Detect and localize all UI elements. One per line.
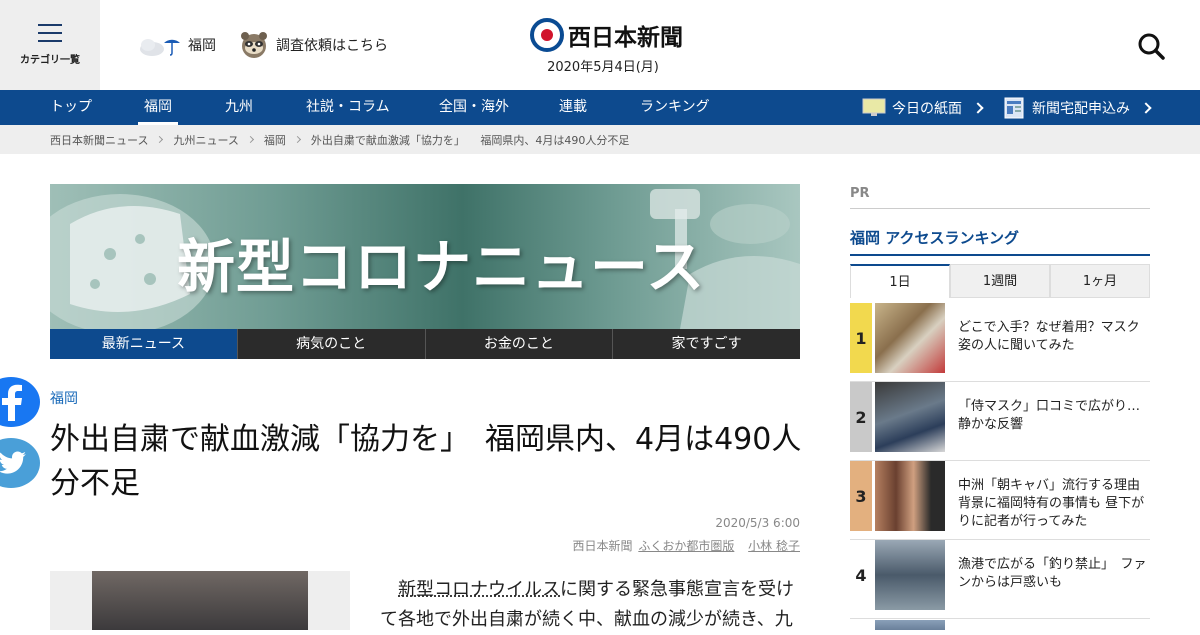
request-label: 調査依頼はこちら: [276, 38, 388, 54]
facebook-share-button[interactable]: [0, 377, 40, 427]
ranking-thumbnail: [875, 540, 945, 610]
tab-ranking-week[interactable]: 1週間: [950, 264, 1050, 298]
today-paper-link[interactable]: 今日の紙面: [862, 90, 984, 125]
ranking-thumbnail: [875, 382, 945, 452]
nav-item-kyushu[interactable]: 九州: [225, 90, 253, 125]
hamburger-icon: [38, 24, 62, 42]
nav-item-fukuoka[interactable]: 福岡: [138, 90, 178, 125]
ranking-number: 3: [850, 461, 872, 531]
category-menu-button[interactable]: カテゴリ一覧: [0, 0, 100, 90]
site-logo[interactable]: 西日本新聞: [530, 18, 683, 52]
article-source: 西日本新聞: [572, 539, 633, 553]
nav-item-editorial[interactable]: 社説・コラム: [306, 90, 390, 125]
logo-text: 西日本新聞: [568, 24, 683, 51]
divider: [850, 208, 1150, 209]
tab-latest-news[interactable]: 最新ニュース: [50, 329, 237, 359]
today-paper-label: 今日の紙面: [892, 100, 962, 117]
nav-item-top[interactable]: トップ: [50, 90, 92, 125]
current-date: 2020年5月4日(月): [547, 60, 659, 75]
ranking-thumbnail: [875, 620, 945, 630]
nav-item-ranking[interactable]: ランキング: [640, 90, 710, 125]
chevron-right-icon: [293, 135, 301, 144]
tab-ranking-day[interactable]: 1日: [850, 264, 950, 298]
ranking-title-text: どこで入手？なぜ着用？マスク姿の人に聞いてみた: [958, 320, 1140, 353]
banner-tabs: 最新ニュース 病気のこと お金のこと 家ですごす: [50, 329, 800, 359]
weather-link[interactable]: 福岡: [138, 33, 216, 57]
ranking-number: 2: [850, 382, 872, 452]
facebook-icon: [2, 384, 22, 421]
article-category[interactable]: 福岡: [50, 388, 78, 408]
menu-label: カテゴリ一覧: [20, 55, 80, 66]
raccoon-icon: [241, 32, 267, 58]
breadcrumb-current-part1: 外出自粛で献血激減「協力を」: [310, 133, 465, 147]
ranking-title-text: 漁港で広がる「釣り禁止」 ファンからは戸惑いも: [958, 557, 1147, 590]
ranking-item[interactable]: 2 「侍マスク」口コミで広がり…静かな反響: [850, 382, 1150, 461]
article-headline: 外出自粛で献血激減「協力を」 福岡県内、4月は490人分不足: [50, 422, 802, 501]
nav-item-national[interactable]: 全国・海外: [439, 90, 509, 125]
ranking-number: 1: [850, 303, 872, 373]
breadcrumb-item-home[interactable]: 西日本新聞ニュース: [50, 132, 148, 148]
chevron-right-icon: [156, 135, 164, 144]
chevron-right-icon: [1140, 101, 1152, 114]
logo-mark-icon: [530, 18, 564, 52]
breadcrumb-current: 外出自粛で献血激減「協力を」 福岡県内、4月は490人分不足: [311, 132, 630, 148]
breadcrumb-current-part2: 福岡県内、4月は490人分不足: [480, 133, 630, 147]
twitter-icon: [0, 451, 26, 474]
main-nav: トップ 福岡 九州 社説・コラム 全国・海外 連載 ランキング 今日の紙面 新聞…: [0, 90, 1200, 125]
divider: [850, 254, 1150, 256]
subscribe-label: 新聞宅配申込み: [1032, 100, 1130, 117]
weather-city: 福岡: [188, 38, 216, 54]
subscribe-link[interactable]: 新聞宅配申込み: [1004, 90, 1152, 125]
tab-illness[interactable]: 病気のこと: [236, 329, 425, 359]
article-photo-image: [92, 571, 308, 630]
tab-ranking-month[interactable]: 1ヶ月: [1050, 264, 1150, 298]
tab-home[interactable]: 家ですごす: [612, 329, 800, 359]
banner-title: 新型コロナニュース: [177, 233, 706, 301]
ranking-tabs: 1日 1週間 1ヶ月: [850, 264, 1150, 298]
article-byline: 西日本新聞 ふくおか都市圏版 小林 稔子: [572, 537, 800, 554]
tab-money[interactable]: お金のこと: [424, 329, 613, 359]
site-header: カテゴリ一覧 福岡 調査依頼はこちら 西日本新聞 2020年5月4日(月): [0, 0, 1200, 90]
article-date: 2020/5/3 6:00: [715, 516, 800, 530]
breadcrumb-item-fukuoka[interactable]: 福岡: [264, 132, 286, 148]
search-icon[interactable]: [1137, 32, 1165, 60]
chevron-right-icon: [972, 101, 984, 114]
ranking-title: 福岡 アクセスランキング: [850, 229, 1020, 247]
article-body: 新型コロナウイルスに関する緊急事態宣言を受けて各地で外出自粛が続く中、献血の減少…: [380, 575, 802, 635]
ranking-thumbnail: [875, 461, 945, 531]
ranking-item[interactable]: 4 漁港で広がる「釣り禁止」 ファンからは戸惑いも: [850, 540, 1150, 619]
ranking-thumbnail: [875, 303, 945, 373]
article-photo[interactable]: [50, 571, 350, 630]
newspaper-icon: [1004, 97, 1024, 118]
ranking-item[interactable]: 3 中洲「朝キャバ」流行する理由 背景に福岡特有の事情も 昼下がりに記者が行って…: [850, 461, 1154, 540]
article-department-link[interactable]: ふくおか都市圏版: [638, 539, 734, 553]
pr-label: PR: [850, 186, 870, 201]
ranking-number: 4: [850, 540, 872, 610]
article-author-link[interactable]: 小林 稔子: [748, 539, 800, 553]
monitor-icon: [862, 98, 886, 116]
breadcrumb-item-kyushu[interactable]: 九州ニュース: [173, 132, 238, 148]
chevron-right-icon: [246, 135, 254, 144]
twitter-share-button[interactable]: [0, 438, 40, 488]
ranking-item[interactable]: 1 どこで入手？なぜ着用？マスク姿の人に聞いてみた: [850, 303, 1150, 382]
breadcrumb: 西日本新聞ニュース 九州ニュース 福岡 外出自粛で献血激減「協力を」 福岡県内、…: [0, 125, 1200, 154]
ranking-title-text: 「侍マスク」口コミで広がり…静かな反響: [958, 399, 1141, 432]
weather-icon: [140, 39, 180, 56]
ranking-title-text: 中洲「朝キャバ」流行する理由 背景に福岡特有の事情も 昼下がりに記者が行ってみた: [958, 478, 1154, 529]
request-link[interactable]: 調査依頼はこちら: [238, 30, 388, 60]
keyword-link[interactable]: 新型コロナウイルス: [398, 579, 560, 600]
corona-news-banner[interactable]: 新型コロナニュース: [50, 184, 800, 329]
nav-item-series[interactable]: 連載: [559, 90, 587, 125]
